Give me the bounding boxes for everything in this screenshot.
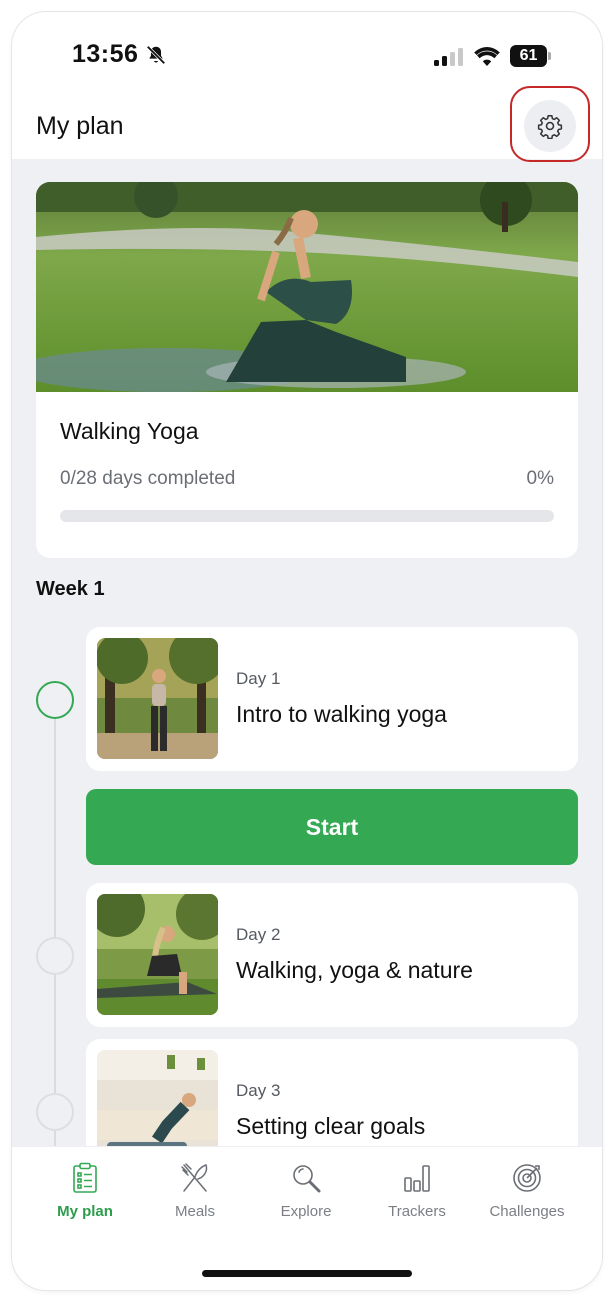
top-bar: 13:56 61 My plan [12, 12, 602, 162]
day-2-label: Day 2 [236, 925, 281, 944]
day-2-title: Walking, yoga & nature [236, 957, 473, 983]
day-2-thumbnail [97, 894, 218, 1015]
day-1-label: Day 1 [236, 669, 281, 688]
clipboard-icon [73, 1162, 97, 1193]
nav-label-explore: Explore [280, 1203, 332, 1220]
start-button[interactable]: Start [86, 789, 578, 865]
bar-chart-icon [404, 1165, 430, 1192]
target-icon [513, 1164, 541, 1192]
nav-label-my-plan: My plan [57, 1203, 113, 1220]
bell-off-icon [146, 45, 166, 65]
page-title: My plan [36, 112, 124, 140]
timeline-dot-day-2 [36, 937, 74, 975]
timeline-dot-day-3 [36, 1093, 74, 1131]
week-label: Week 1 [36, 578, 105, 600]
home-indicator [202, 1270, 412, 1277]
nav-item-my-plan[interactable]: My plan [30, 1161, 140, 1231]
wifi-icon [474, 47, 500, 66]
nav-label-meals: Meals [174, 1203, 215, 1220]
status-time: 13:56 [72, 40, 139, 68]
plan-progress-text: 0/28 days completed [60, 468, 236, 489]
nav-label-trackers: Trackers [388, 1203, 446, 1220]
day-card-2[interactable]: Day 2 Walking, yoga & nature [86, 883, 578, 1027]
day-3-title: Setting clear goals [236, 1113, 426, 1139]
day-card-1[interactable]: Day 1 Intro to walking yoga [86, 627, 578, 771]
phone-screen: 13:56 61 My plan Walking Yoga 0/28 days … [12, 12, 602, 1290]
plan-progress-percent: 0% [526, 468, 554, 489]
nav-label-challenges: Challenges [489, 1203, 565, 1220]
settings-highlight-outline [510, 86, 590, 162]
timeline-dot-day-1 [36, 681, 74, 719]
battery-level: 61 [519, 47, 538, 64]
plan-progress-bar [60, 510, 554, 522]
plan-hero-image [36, 182, 578, 392]
bottom-nav: My plan Meals Explore Trackers Challenge… [12, 1146, 602, 1290]
cellular-signal-icon [434, 48, 463, 66]
nav-item-explore[interactable]: Explore [251, 1161, 361, 1231]
plan-card[interactable]: Walking Yoga 0/28 days completed 0% [36, 182, 578, 558]
day-3-label: Day 3 [236, 1081, 281, 1100]
day-1-thumbnail [97, 638, 218, 759]
fork-knife-icon [181, 1163, 208, 1192]
day-1-title: Intro to walking yoga [236, 701, 447, 727]
magnifier-icon [293, 1165, 321, 1193]
plan-name: Walking Yoga [60, 418, 199, 444]
nav-item-challenges[interactable]: Challenges [472, 1161, 582, 1231]
nav-item-trackers[interactable]: Trackers [362, 1161, 472, 1231]
nav-item-meals[interactable]: Meals [140, 1161, 250, 1231]
battery-icon: 61 [510, 45, 552, 67]
timeline-line [54, 718, 56, 1148]
